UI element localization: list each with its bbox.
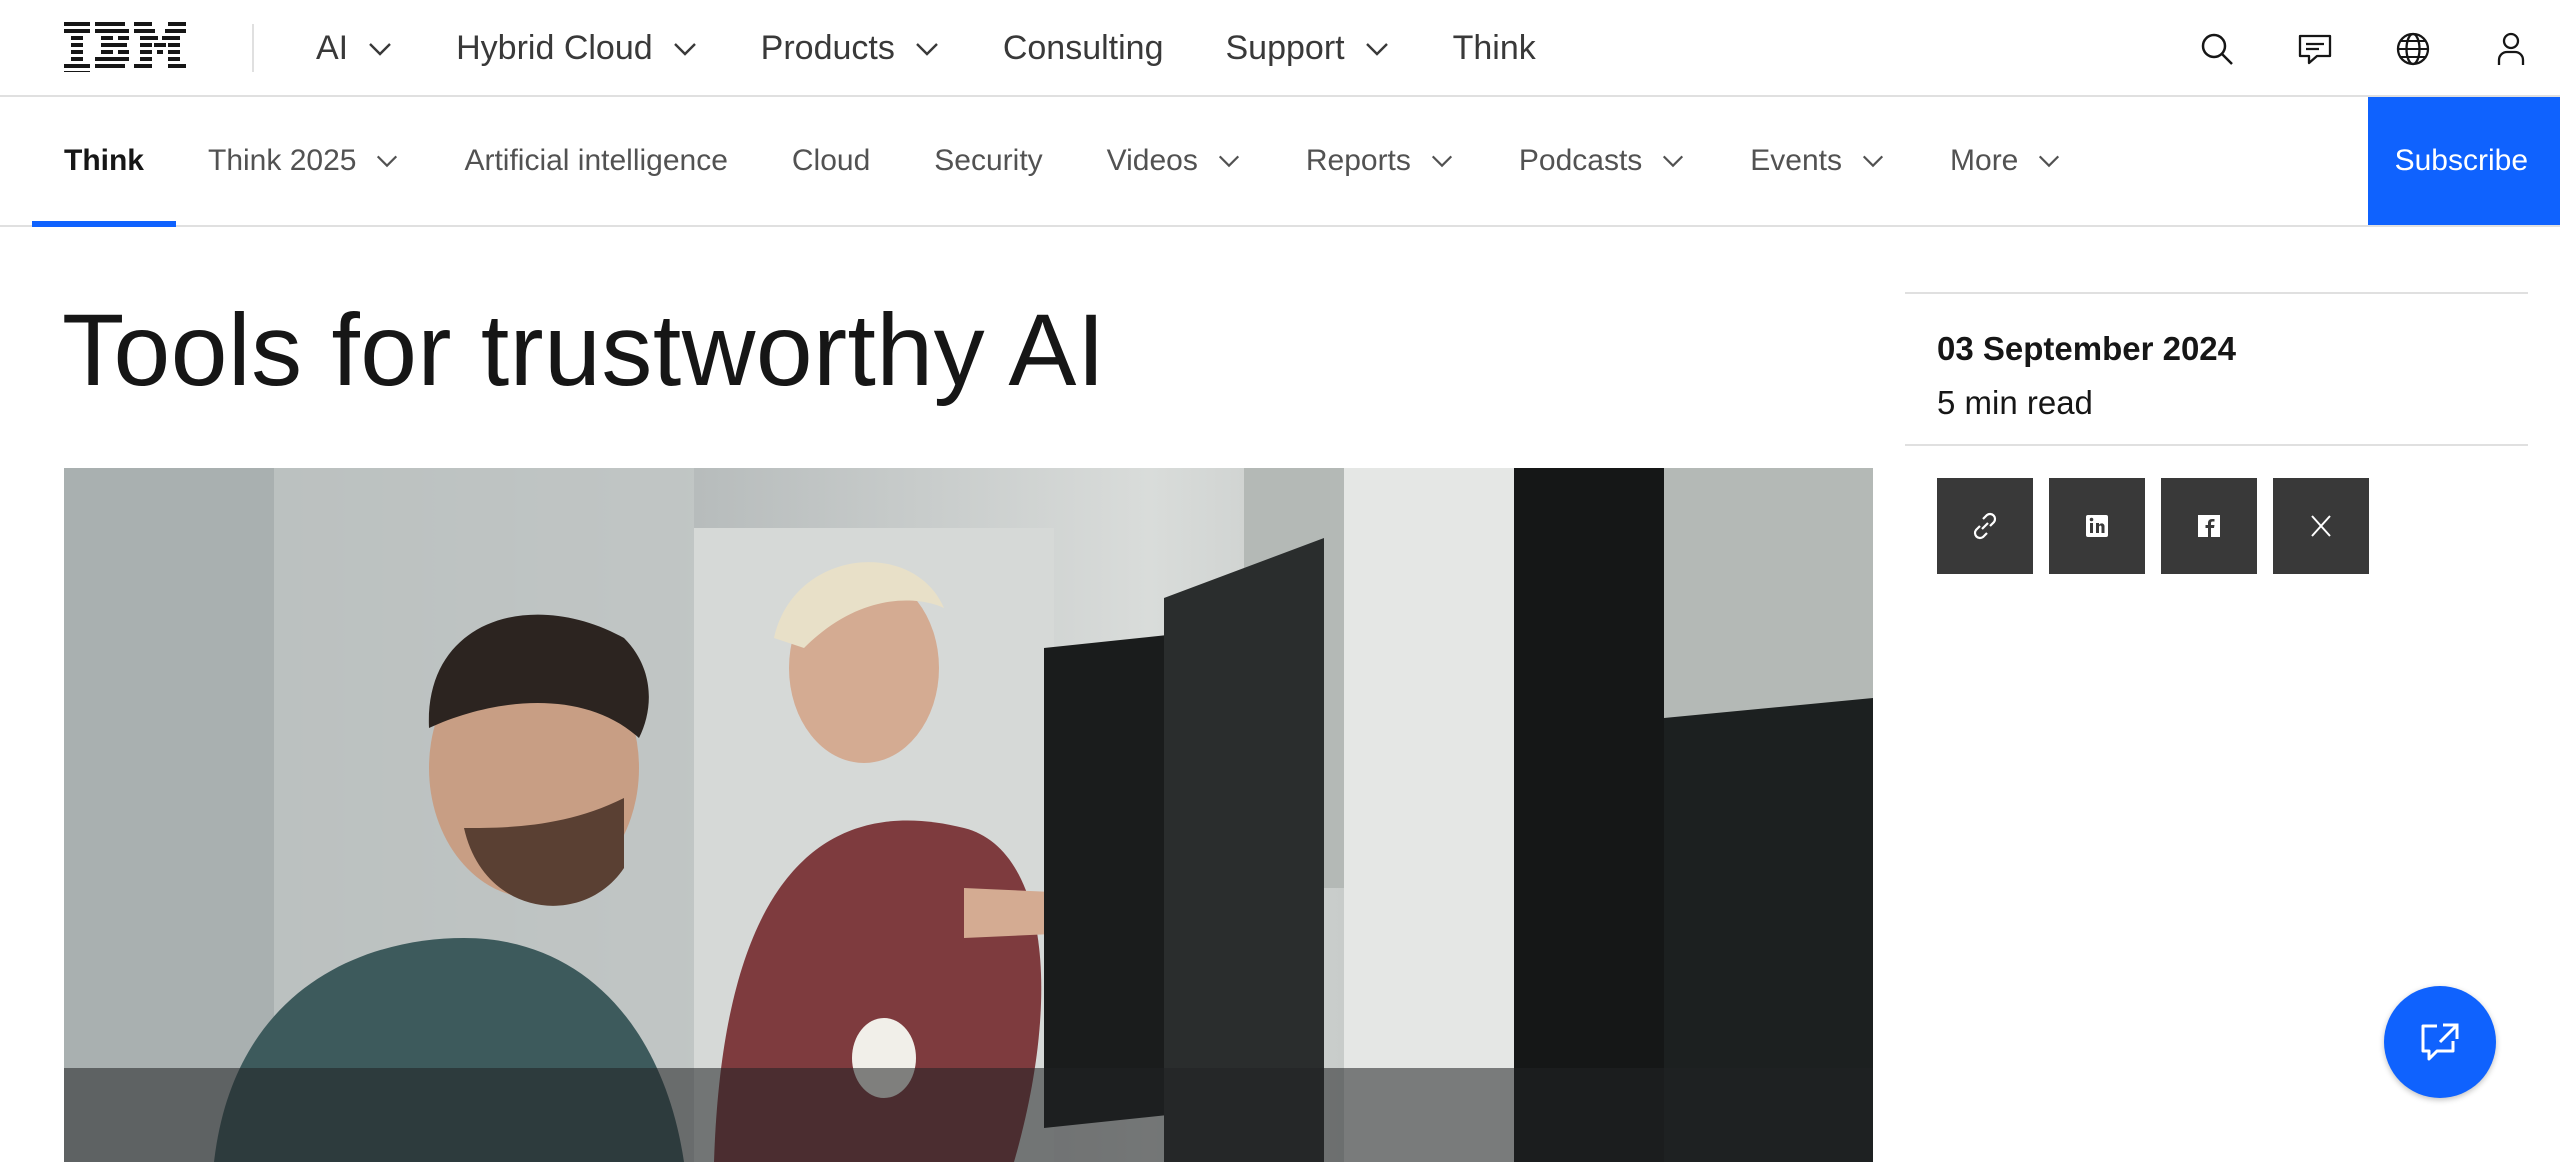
chat-icon — [2298, 34, 2332, 64]
nav-item-label: Think — [1452, 29, 1536, 67]
chevron-down-icon — [673, 42, 696, 56]
facebook-icon — [2198, 515, 2220, 537]
subnav-item-label: Artificial intelligence — [464, 144, 728, 177]
chevron-down-icon — [369, 42, 391, 56]
sub-nav: Think Think 2025 Artificial intelligence… — [0, 97, 2560, 227]
masthead: AI Hybrid Cloud Products Consulting Supp… — [0, 0, 2560, 97]
subnav-item-events[interactable]: Events — [1718, 97, 1918, 225]
chevron-down-icon — [1431, 155, 1452, 168]
nav-item-label: Products — [760, 29, 895, 67]
search-button[interactable] — [2168, 0, 2266, 97]
globe-icon — [2396, 32, 2430, 65]
chevron-down-icon — [1663, 155, 1684, 168]
chevron-down-icon — [1862, 155, 1884, 168]
chat-launch-icon — [2421, 1023, 2459, 1061]
subnav-item-label: More — [1950, 144, 2019, 177]
share-buttons — [1905, 478, 2528, 574]
subnav-item-artificial-intelligence[interactable]: Artificial intelligence — [432, 97, 759, 225]
user-button[interactable] — [2462, 0, 2560, 97]
subnav-item-videos[interactable]: Videos — [1075, 97, 1274, 225]
language-button[interactable] — [2364, 0, 2462, 97]
subnav-item-think-2025[interactable]: Think 2025 — [176, 97, 432, 225]
divider — [1905, 444, 2528, 446]
nav-item-consulting[interactable]: Consulting — [1003, 0, 1164, 97]
nav-item-hybrid-cloud[interactable]: Hybrid Cloud — [456, 0, 699, 97]
contact-button[interactable] — [2266, 0, 2364, 97]
hero-photo — [64, 468, 1873, 1162]
chevron-down-icon — [1218, 155, 1239, 168]
logo-divider — [252, 24, 254, 72]
article-meta: 03 September 2024 5 min read — [1905, 294, 2528, 444]
main-nav: AI Hybrid Cloud Products Consulting Supp… — [316, 0, 1598, 97]
user-icon — [2497, 32, 2525, 65]
share-facebook-button[interactable] — [2161, 478, 2257, 574]
share-x-button[interactable] — [2273, 478, 2369, 574]
subnav-item-reports[interactable]: Reports — [1274, 97, 1487, 225]
chevron-down-icon — [377, 155, 398, 168]
nav-item-label: Hybrid Cloud — [456, 29, 653, 67]
subscribe-button[interactable]: Subscribe — [2368, 97, 2560, 225]
read-time: 5 min read — [1937, 384, 2093, 421]
subnav-item-label: Security — [934, 144, 1043, 177]
subnav-item-label: Podcasts — [1518, 144, 1643, 177]
subnav-item-label: Think 2025 — [208, 144, 357, 177]
subnav-item-podcasts[interactable]: Podcasts — [1487, 97, 1718, 225]
ibm-logo[interactable] — [64, 22, 186, 72]
nav-item-label: AI — [316, 29, 349, 67]
subnav-item-more[interactable]: More — [1918, 97, 2094, 225]
nav-item-label: Support — [1225, 29, 1345, 67]
article-sidebar: 03 September 2024 5 min read — [1905, 292, 2528, 574]
nav-item-ai[interactable]: AI — [316, 0, 394, 97]
masthead-actions — [2168, 0, 2560, 97]
nav-item-label: Consulting — [1002, 29, 1164, 67]
chevron-down-icon — [1365, 42, 1388, 56]
publish-date: 03 September 2024 — [1937, 330, 2237, 367]
search-icon — [2201, 33, 2233, 65]
subnav-item-cloud[interactable]: Cloud — [760, 97, 902, 225]
copy-link-button[interactable] — [1937, 478, 2033, 574]
chevron-down-icon — [2039, 155, 2060, 168]
subnav-item-label: Videos — [1106, 144, 1198, 177]
share-linkedin-button[interactable] — [2049, 478, 2145, 574]
nav-item-products[interactable]: Products — [761, 0, 941, 97]
linkedin-icon — [2086, 515, 2108, 537]
page-title: Tools for trustworthy AI — [62, 293, 1106, 407]
chat-launch-button[interactable] — [2384, 986, 2496, 1098]
hero-image — [64, 468, 1873, 1162]
nav-item-think[interactable]: Think — [1453, 0, 1536, 97]
link-icon — [1973, 512, 1997, 540]
subnav-item-security[interactable]: Security — [902, 97, 1074, 225]
nav-item-support[interactable]: Support — [1226, 0, 1391, 97]
subnav-item-label: Reports — [1305, 144, 1411, 177]
subnav-item-think[interactable]: Think — [32, 97, 176, 227]
subnav-item-label: Think — [64, 144, 144, 177]
x-icon — [2311, 515, 2331, 537]
chevron-down-icon — [915, 42, 938, 56]
subnav-item-label: Events — [1750, 144, 1843, 177]
subnav-item-label: Cloud — [791, 144, 871, 177]
